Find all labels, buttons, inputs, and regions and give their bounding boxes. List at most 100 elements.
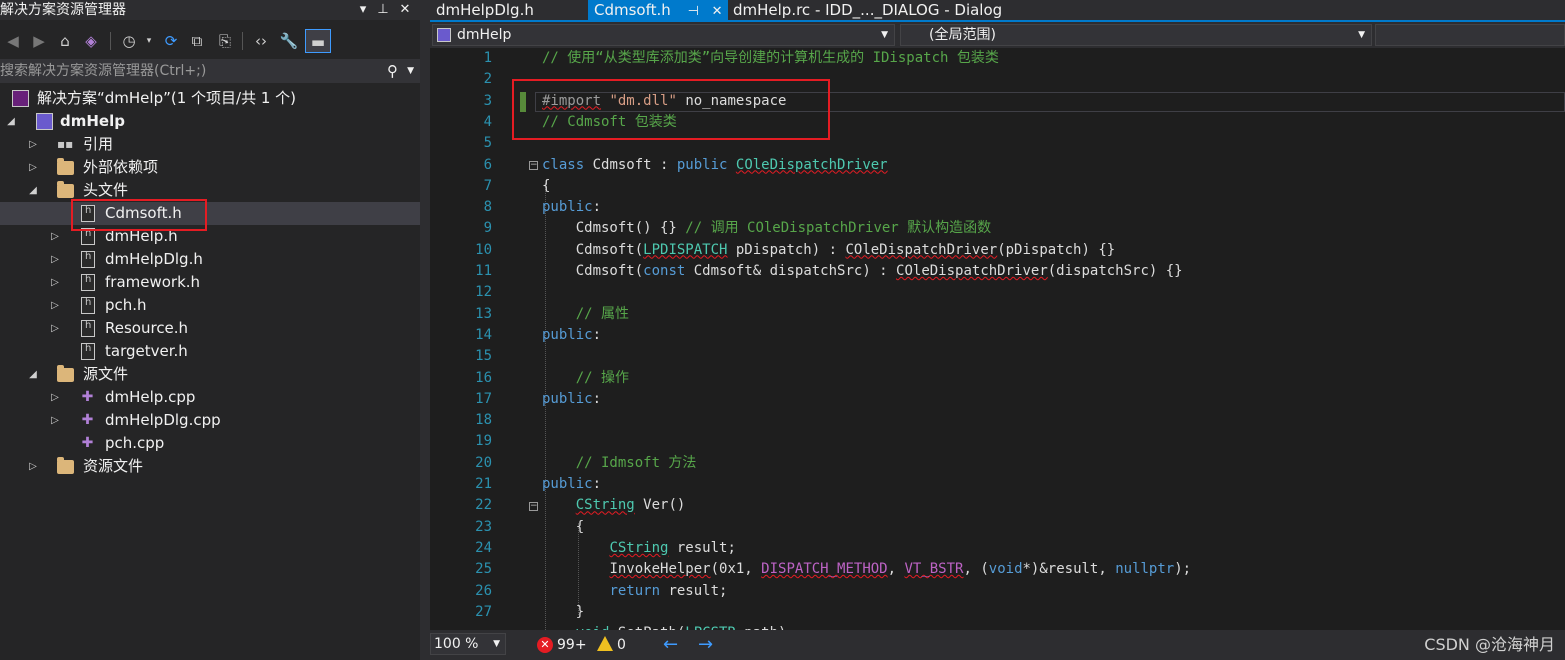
filter-dropdown-icon[interactable]: ▾: [138, 29, 160, 53]
code-line-22[interactable]: CString Ver(): [542, 495, 686, 516]
error-count[interactable]: 99+: [557, 630, 587, 660]
line-number: 15: [475, 348, 492, 365]
warning-icon[interactable]: [597, 636, 613, 651]
expand-arrow-icon[interactable]: ▷: [48, 409, 62, 432]
expand-arrow-icon[interactable]: ▷: [48, 294, 62, 317]
search-input[interactable]: 搜索解决方案资源管理器(Ctrl+;): [0, 59, 206, 83]
collapse-arrow-icon[interactable]: ◢: [26, 179, 40, 202]
tree-item-header-files[interactable]: ◢ 头文件: [0, 179, 420, 202]
expand-arrow-icon[interactable]: ▷: [48, 271, 62, 294]
code-line-9[interactable]: Cdmsoft() {} // 调用 COleDispatchDriver 默认…: [542, 218, 991, 239]
code-line-14[interactable]: public:: [542, 325, 601, 346]
home-icon[interactable]: ⌂: [54, 29, 76, 53]
tree-item-dmhelp-h[interactable]: ▷ dmHelp.h: [0, 225, 420, 248]
close-icon[interactable]: ✕: [394, 0, 416, 20]
code-line-28[interactable]: void SetPath(LPCSTR path): [542, 623, 787, 630]
code-line-6[interactable]: class Cdmsoft : public COleDispatchDrive…: [542, 155, 888, 176]
code-line-13[interactable]: // 属性: [542, 304, 629, 325]
code-editor[interactable]: 1 2 3 4 5 6 7 8 9 10 11 12 13 14 15 16 17 18 19 20 21 22 23 24 2…: [430, 48, 1565, 630]
window-position-dropdown-icon[interactable]: ▾: [352, 0, 374, 20]
warning-count[interactable]: 0: [617, 630, 626, 660]
chevron-down-icon[interactable]: ▼: [1358, 25, 1365, 45]
code-line-24[interactable]: CString result;: [542, 538, 735, 559]
tab-dmhelpdlg-h[interactable]: dmHelpDlg.h: [430, 0, 540, 20]
code-line-21[interactable]: public:: [542, 474, 601, 495]
zoom-dropdown[interactable]: 100 % ▼: [430, 633, 506, 655]
code-line-20[interactable]: // Idmsoft 方法: [542, 453, 697, 474]
panel-splitter[interactable]: [420, 0, 430, 660]
expand-arrow-icon[interactable]: ▷: [26, 133, 40, 156]
collapse-arrow-icon[interactable]: ◢: [26, 363, 40, 386]
view-code-icon[interactable]: ‹›: [250, 29, 272, 53]
expand-arrow-icon[interactable]: ▷: [48, 225, 62, 248]
back-icon[interactable]: ◀: [2, 29, 24, 53]
preview-selected-items-icon[interactable]: ▬: [305, 29, 331, 53]
code-line-7[interactable]: {: [542, 176, 550, 197]
collapse-all-icon[interactable]: ⧉: [186, 29, 208, 53]
pin-tab-icon[interactable]: ⊣: [688, 4, 699, 19]
project-dropdown[interactable]: dmHelp ▼: [432, 24, 895, 46]
forward-icon[interactable]: ▶: [28, 29, 50, 53]
line-number: 9: [483, 220, 492, 237]
search-options-dropdown-icon[interactable]: ▼: [407, 59, 414, 83]
tree-item-source-files[interactable]: ◢ 源文件: [0, 363, 420, 386]
tree-item-targetver-h[interactable]: targetver.h: [0, 340, 420, 363]
tree-item-dmhelpdlg-cpp[interactable]: ▷ ✚ dmHelpDlg.cpp: [0, 409, 420, 432]
code-line-16[interactable]: // 操作: [542, 368, 629, 389]
properties-wrench-icon[interactable]: 🔧: [278, 29, 300, 53]
tree-item-cdmsoft-h[interactable]: Cdmsoft.h: [0, 202, 420, 225]
code-line-8[interactable]: public:: [542, 197, 601, 218]
search-icon[interactable]: ⚲: [387, 59, 398, 83]
tree-item-external-dependencies[interactable]: ▷ 外部依赖项: [0, 156, 420, 179]
code-line-23[interactable]: {: [542, 517, 584, 538]
solution-explorer-search[interactable]: 搜索解决方案资源管理器(Ctrl+;) ⚲ ▼: [0, 59, 420, 83]
fold-collapse-icon[interactable]: −: [529, 161, 538, 170]
code-line-10[interactable]: Cdmsoft(LPDISPATCH pDispatch) : COleDisp…: [542, 240, 1116, 261]
member-dropdown[interactable]: [1375, 24, 1565, 46]
tab-label: Cdmsoft.h: [594, 1, 671, 19]
sync-icon[interactable]: ⟳: [160, 29, 182, 53]
line-number: 27: [475, 603, 492, 620]
expand-arrow-icon[interactable]: ▷: [48, 248, 62, 271]
expand-arrow-icon[interactable]: ▷: [26, 156, 40, 179]
tree-item-resource-h[interactable]: ▷ Resource.h: [0, 317, 420, 340]
code-line-27[interactable]: }: [542, 602, 584, 623]
chevron-down-icon[interactable]: ▼: [493, 634, 500, 654]
tab-dmhelp-rc-dialog[interactable]: dmHelp.rc - IDD_..._DIALOG - Dialog: [727, 0, 1008, 20]
code-line-1[interactable]: // 使用“从类型库添加类”向导创建的计算机生成的 IDispatch 包装类: [542, 48, 999, 69]
fold-collapse-icon[interactable]: −: [529, 502, 538, 511]
pending-changes-filter-icon[interactable]: ◷: [118, 29, 140, 53]
tree-item-resource-files[interactable]: ▷ 资源文件: [0, 455, 420, 478]
code-line-11[interactable]: Cdmsoft(const Cdmsoft& dispatchSrc) : CO…: [542, 261, 1183, 282]
pin-icon[interactable]: ⊥: [372, 0, 394, 20]
expand-arrow-icon[interactable]: ▷: [26, 455, 40, 478]
tree-item-pch-h[interactable]: ▷ pch.h: [0, 294, 420, 317]
tree-item-pch-cpp[interactable]: ✚ pch.cpp: [0, 432, 420, 455]
tree-item-framework-h[interactable]: ▷ framework.h: [0, 271, 420, 294]
folder-open-icon: [57, 365, 74, 382]
navigate-forward-icon[interactable]: →: [698, 630, 713, 660]
solution-explorer-titlebar: 解决方案资源管理器 ▾ ⊥ ✕: [0, 0, 420, 20]
error-icon[interactable]: ✕: [537, 637, 553, 653]
code-line-26[interactable]: return result;: [542, 581, 727, 602]
tree-item-label: 源文件: [83, 365, 129, 383]
show-all-files-icon[interactable]: ⎘: [214, 29, 236, 53]
navigate-backward-icon[interactable]: ←: [663, 630, 678, 660]
tree-item-solution[interactable]: 解决方案“dmHelp”(1 个项目/共 1 个): [0, 87, 420, 110]
header-file-icon: [81, 297, 95, 314]
tree-item-project[interactable]: ◢ dmHelp: [0, 110, 420, 133]
code-line-17[interactable]: public:: [542, 389, 601, 410]
code-line-25[interactable]: InvokeHelper(0x1, DISPATCH_METHOD, VT_BS…: [542, 559, 1191, 580]
tree-item-label: targetver.h: [105, 342, 188, 360]
tab-cdmsoft-h[interactable]: Cdmsoft.h ⊣ ✕: [588, 0, 728, 20]
switch-views-icon[interactable]: ◈: [80, 29, 102, 53]
expand-arrow-icon[interactable]: ▷: [48, 386, 62, 409]
collapse-arrow-icon[interactable]: ◢: [4, 110, 18, 133]
scope-dropdown[interactable]: (全局范围) ▼: [900, 24, 1372, 46]
close-tab-icon[interactable]: ✕: [712, 4, 723, 19]
chevron-down-icon[interactable]: ▼: [881, 25, 888, 45]
tree-item-dmhelp-cpp[interactable]: ▷ ✚ dmHelp.cpp: [0, 386, 420, 409]
tree-item-references[interactable]: ▷ ▪▪ 引用: [0, 133, 420, 156]
tree-item-dmhelpdlg-h[interactable]: ▷ dmHelpDlg.h: [0, 248, 420, 271]
expand-arrow-icon[interactable]: ▷: [48, 317, 62, 340]
